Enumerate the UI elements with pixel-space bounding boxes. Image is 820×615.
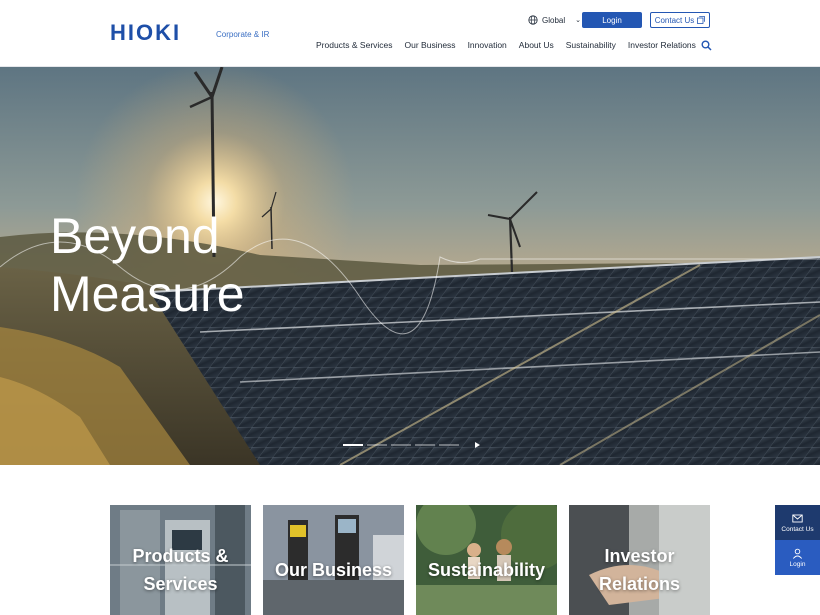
hero-title-line1: Beyond bbox=[50, 208, 220, 264]
hioki-logo[interactable]: HIOKI bbox=[110, 22, 181, 44]
carousel-dot[interactable] bbox=[343, 444, 363, 446]
contact-us-label: Contact Us bbox=[654, 15, 695, 25]
global-label: Global bbox=[542, 15, 566, 25]
card-label-line1: Sustainability bbox=[427, 560, 546, 580]
card-products-services[interactable]: Products & Services bbox=[110, 505, 251, 615]
card-label-line1: Products & bbox=[132, 546, 229, 566]
card-label-line2: Services bbox=[143, 574, 218, 594]
logo-text: HIOKI bbox=[110, 20, 182, 45]
floating-actions: Contact Us Login bbox=[775, 505, 820, 575]
card-our-business[interactable]: Our Business bbox=[263, 505, 404, 615]
card-label: Investor Relations bbox=[569, 505, 710, 615]
card-investor-relations[interactable]: Investor Relations bbox=[569, 505, 710, 615]
globe-icon bbox=[528, 15, 538, 25]
mail-icon bbox=[792, 514, 803, 522]
login-button[interactable]: Login bbox=[582, 12, 642, 28]
chevron-down-icon: ⌄ bbox=[575, 17, 581, 24]
nav-sustainability[interactable]: Sustainability bbox=[566, 40, 616, 50]
carousel-dot[interactable] bbox=[367, 444, 387, 446]
card-label-line2: Relations bbox=[598, 574, 681, 594]
floating-login-button[interactable]: Login bbox=[775, 540, 820, 575]
nav-products-services[interactable]: Products & Services bbox=[316, 40, 393, 50]
carousel-dot[interactable] bbox=[439, 444, 459, 446]
nav-our-business[interactable]: Our Business bbox=[405, 40, 456, 50]
hero-banner: Beyond Measure bbox=[0, 67, 820, 465]
region-selector[interactable]: Global ⌄ bbox=[528, 12, 581, 28]
category-cards: Products & Services Our Business Sustain… bbox=[110, 505, 710, 615]
card-label-line1: Investor bbox=[604, 546, 675, 566]
nav-innovation[interactable]: Innovation bbox=[468, 40, 507, 50]
site-header: HIOKI Corporate & IR Global ⌄ Login Cont… bbox=[0, 0, 820, 67]
hero-title-line2: Measure bbox=[50, 266, 245, 322]
external-window-icon bbox=[697, 16, 706, 24]
card-label-line1: Our Business bbox=[274, 560, 393, 580]
carousel-dot[interactable] bbox=[415, 444, 435, 446]
floating-contact-label: Contact Us bbox=[781, 525, 814, 533]
floating-contact-button[interactable]: Contact Us bbox=[775, 505, 820, 540]
user-icon bbox=[792, 548, 803, 559]
contact-us-button[interactable]: Contact Us bbox=[650, 12, 710, 28]
search-icon[interactable] bbox=[701, 40, 712, 51]
hero-title: Beyond Measure bbox=[50, 207, 245, 323]
carousel-pager bbox=[343, 442, 480, 448]
card-label: Products & Services bbox=[110, 505, 251, 615]
card-label: Sustainability bbox=[416, 505, 557, 615]
card-label: Our Business bbox=[263, 505, 404, 615]
floating-login-label: Login bbox=[789, 560, 806, 568]
play-icon[interactable] bbox=[475, 442, 480, 448]
main-nav: Products & Services Our Business Innovat… bbox=[316, 40, 696, 50]
logo-tagline[interactable]: Corporate & IR bbox=[216, 30, 269, 39]
nav-about-us[interactable]: About Us bbox=[519, 40, 554, 50]
card-sustainability[interactable]: Sustainability bbox=[416, 505, 557, 615]
carousel-dot[interactable] bbox=[391, 444, 411, 446]
nav-investor-relations[interactable]: Investor Relations bbox=[628, 40, 696, 50]
